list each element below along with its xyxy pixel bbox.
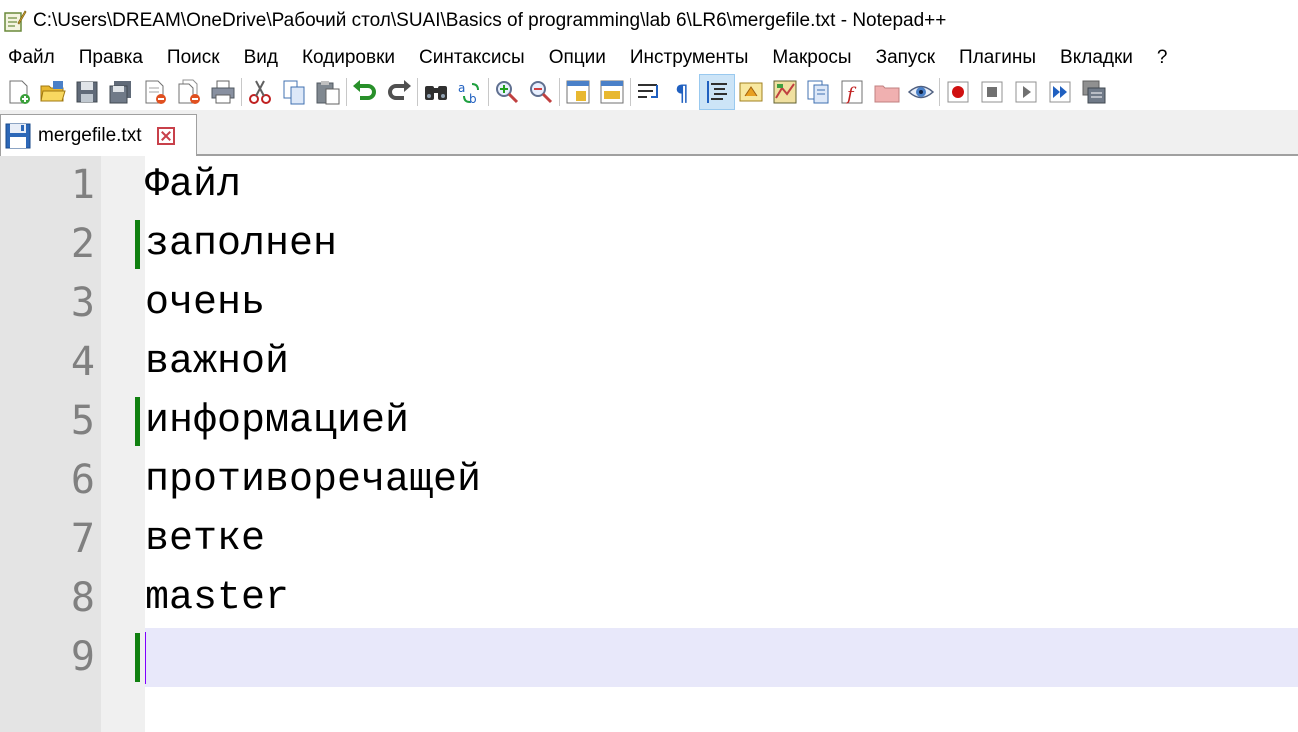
user-defined-language-icon[interactable] xyxy=(734,75,768,109)
undo-icon[interactable] xyxy=(348,75,382,109)
record-macro-icon[interactable] xyxy=(941,75,975,109)
open-file-icon[interactable] xyxy=(36,75,70,109)
save-icon[interactable] xyxy=(70,75,104,109)
menu-help[interactable]: ? xyxy=(1145,42,1180,74)
folder-as-workspace-icon[interactable] xyxy=(870,75,904,109)
copy-icon[interactable] xyxy=(277,75,311,109)
change-marker xyxy=(135,397,140,446)
new-file-icon[interactable] xyxy=(2,75,36,109)
menu-window[interactable]: Вкладки xyxy=(1048,42,1145,74)
svg-text:a: a xyxy=(458,81,465,95)
toolbar-separator xyxy=(417,78,418,106)
current-line-highlight xyxy=(145,628,1298,687)
line-number: 3 xyxy=(70,280,95,326)
code-line: заполнен xyxy=(145,222,338,267)
menu-file[interactable]: Файл xyxy=(0,42,67,74)
function-list-icon[interactable]: f xyxy=(836,75,870,109)
toolbar: ab ¶ f xyxy=(0,74,1298,110)
document-list-icon[interactable] xyxy=(802,75,836,109)
toolbar-separator xyxy=(241,78,242,106)
indent-guide-icon[interactable] xyxy=(699,74,735,110)
code-line: важной xyxy=(145,340,290,385)
word-wrap-icon[interactable] xyxy=(632,75,666,109)
code-line: Файл xyxy=(145,163,242,208)
show-all-characters-icon[interactable]: ¶ xyxy=(666,75,700,109)
monitoring-eye-icon[interactable] xyxy=(904,75,938,109)
close-all-icon[interactable] xyxy=(172,75,206,109)
menu-settings[interactable]: Опции xyxy=(537,42,618,74)
line-number: 7 xyxy=(70,516,95,562)
tab-mergefile[interactable]: mergefile.txt xyxy=(0,114,197,156)
play-macro-icon[interactable] xyxy=(1009,75,1043,109)
menu-view[interactable]: Вид xyxy=(232,42,290,74)
change-marker xyxy=(135,220,140,269)
line-number: 9 xyxy=(70,634,95,680)
paste-icon[interactable] xyxy=(311,75,345,109)
menu-plugins[interactable]: Плагины xyxy=(947,42,1048,74)
toolbar-separator xyxy=(559,78,560,106)
code-line: противоречащей xyxy=(145,458,482,503)
menu-encoding[interactable]: Кодировки xyxy=(290,42,407,74)
line-number: 2 xyxy=(70,221,95,267)
svg-text:b: b xyxy=(469,92,477,106)
menu-language[interactable]: Синтаксисы xyxy=(407,42,537,74)
run-macro-multiple-icon[interactable] xyxy=(1043,75,1077,109)
title-bar: C:\Users\DREAM\OneDrive\Рабочий стол\SUA… xyxy=(0,0,1298,42)
save-macro-icon[interactable] xyxy=(1077,75,1111,109)
line-number: 8 xyxy=(70,575,95,621)
stop-recording-icon[interactable] xyxy=(975,75,1009,109)
code-line: ветке xyxy=(145,517,266,562)
toolbar-separator xyxy=(488,78,489,106)
menu-search[interactable]: Поиск xyxy=(155,42,232,74)
tab-bar: mergefile.txt xyxy=(0,110,1298,156)
code-line: очень xyxy=(145,281,266,326)
close-file-icon[interactable] xyxy=(138,75,172,109)
floppy-disk-icon xyxy=(4,122,32,150)
text-caret xyxy=(145,632,146,684)
find-icon[interactable] xyxy=(419,75,453,109)
sync-horizontal-scroll-icon[interactable] xyxy=(595,75,629,109)
notepad-plus-plus-icon xyxy=(3,9,27,33)
toolbar-separator xyxy=(630,78,631,106)
toolbar-separator xyxy=(939,78,940,106)
menu-run[interactable]: Запуск xyxy=(864,42,947,74)
editor[interactable]: 1 2 3 4 5 6 7 8 9 Файл заполнен очень ва… xyxy=(0,156,1298,732)
save-all-icon[interactable] xyxy=(104,75,138,109)
tab-label: mergefile.txt xyxy=(38,124,142,146)
svg-text:¶: ¶ xyxy=(675,82,689,106)
close-tab-icon[interactable] xyxy=(157,126,176,145)
line-number: 4 xyxy=(70,339,95,385)
zoom-out-icon[interactable] xyxy=(524,75,558,109)
replace-icon[interactable]: ab xyxy=(453,75,487,109)
menu-edit[interactable]: Правка xyxy=(67,42,155,74)
print-icon[interactable] xyxy=(206,75,240,109)
code-line: master xyxy=(145,576,290,621)
menu-macro[interactable]: Макросы xyxy=(760,42,863,74)
menu-bar: Файл Правка Поиск Вид Кодировки Синтакси… xyxy=(0,42,1298,74)
code-line: информацией xyxy=(145,399,410,444)
zoom-in-icon[interactable] xyxy=(490,75,524,109)
redo-icon[interactable] xyxy=(382,75,416,109)
document-map-icon[interactable] xyxy=(768,75,802,109)
sync-vertical-scroll-icon[interactable] xyxy=(561,75,595,109)
line-number: 5 xyxy=(70,398,95,444)
cut-icon[interactable] xyxy=(243,75,277,109)
window-title: C:\Users\DREAM\OneDrive\Рабочий стол\SUA… xyxy=(33,10,947,31)
line-number: 6 xyxy=(70,457,95,503)
toolbar-separator xyxy=(346,78,347,106)
menu-tools[interactable]: Инструменты xyxy=(618,42,760,74)
line-number: 1 xyxy=(70,162,95,208)
change-marker xyxy=(135,633,140,682)
